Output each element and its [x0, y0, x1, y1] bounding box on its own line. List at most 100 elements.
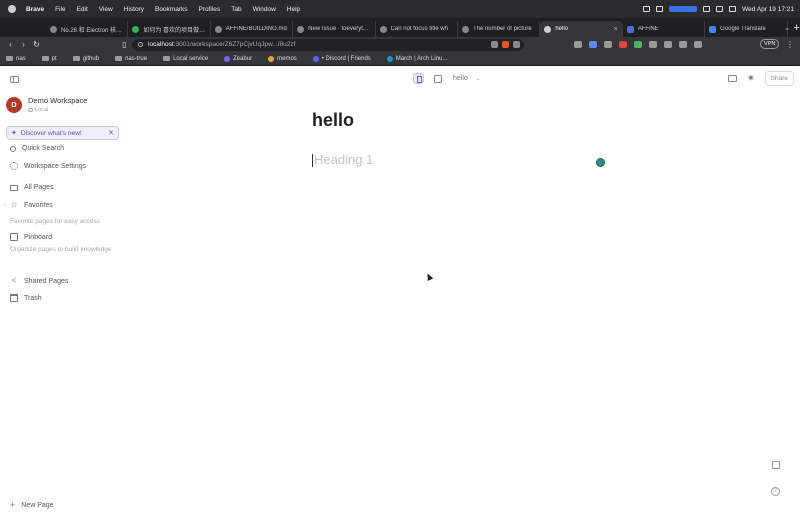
sidebar-panel-icon[interactable] [679, 41, 687, 48]
browser-tab[interactable]: Google Translate [705, 21, 788, 37]
chevron-right-icon[interactable]: › [4, 203, 6, 209]
address-bar-actions [491, 41, 520, 48]
status-icon[interactable] [643, 6, 651, 12]
folder-icon [10, 184, 18, 191]
menu-edit[interactable]: Edit [77, 6, 88, 13]
bookmark-folder[interactable]: Local service [163, 56, 208, 62]
status-icon[interactable] [703, 6, 711, 12]
affine-logo-icon [626, 25, 634, 33]
menu-window[interactable]: Window [253, 6, 276, 13]
menubar-datetime[interactable]: Wed Apr 19 17:21 [742, 6, 794, 13]
bookmark-icon[interactable]: ▯ [118, 40, 131, 49]
bookmark-link[interactable]: memos [268, 55, 297, 62]
browser-tab[interactable]: The number of picture [458, 21, 541, 37]
shared-pages-button[interactable]: < Shared Pages [10, 276, 69, 285]
brave-rewards-icon[interactable] [513, 41, 520, 48]
extension-icon[interactable] [604, 41, 612, 48]
quick-search-button[interactable]: Quick Search [10, 145, 64, 152]
bookmark-folder[interactable]: github [72, 56, 99, 62]
bookmark-link[interactable]: Zeabur [224, 55, 252, 62]
menu-file[interactable]: File [55, 6, 65, 13]
browser-tab[interactable]: Can not focus title wh [376, 21, 458, 37]
status-bar-widget[interactable] [669, 6, 698, 12]
tab-title: AFFiNE [637, 26, 659, 32]
sun-icon[interactable]: ✷ [747, 73, 755, 84]
close-tab-icon[interactable]: × [614, 26, 618, 33]
menu-view[interactable]: View [99, 6, 113, 13]
puzzle-extensions-icon[interactable] [664, 41, 672, 48]
browser-tab[interactable]: AFFiNE [623, 21, 706, 37]
pinboard-button[interactable]: Pinboard [10, 233, 52, 241]
forward-button[interactable]: › [17, 40, 30, 49]
folder-icon [163, 56, 171, 61]
extension-icon[interactable] [589, 41, 597, 48]
workspace-settings-button[interactable]: Workspace Settings [10, 162, 86, 170]
favorites-button[interactable]: ☆ Favorites [10, 201, 52, 209]
heading-placeholder[interactable]: Heading 1 [314, 152, 373, 167]
tab-list-chevron-icon[interactable]: ⌄ [784, 24, 790, 32]
menu-help[interactable]: Help [287, 6, 300, 13]
bookmark-folder[interactable]: nas-true [115, 56, 147, 62]
apple-menu-icon[interactable] [8, 5, 16, 13]
new-page-button[interactable]: + New Page [10, 500, 54, 510]
menu-history[interactable]: History [124, 6, 144, 13]
browser-tab-active[interactable]: hello × [540, 21, 623, 37]
wallet-icon[interactable] [694, 41, 702, 48]
pin-icon [10, 233, 18, 241]
bookmark-folder[interactable]: nas [6, 56, 26, 62]
bookmark-label: pt [51, 55, 57, 62]
document-title[interactable]: hello [312, 110, 354, 131]
sidebar-right-icon[interactable] [728, 75, 738, 82]
header-doc-title[interactable]: hello [453, 75, 468, 82]
grammar-extension-icon[interactable] [596, 158, 605, 167]
all-pages-button[interactable]: All Pages [10, 184, 54, 191]
share-page-icon[interactable] [491, 41, 498, 48]
extension-icon[interactable] [634, 41, 642, 48]
menu-profiles[interactable]: Profiles [199, 6, 221, 13]
extension-icon[interactable] [619, 41, 627, 48]
bookmark-label: • Discord | Friends [321, 55, 371, 62]
bookmark-link[interactable]: • Discord | Friends [312, 55, 371, 62]
menu-tab[interactable]: Tab [231, 6, 241, 13]
status-icon[interactable] [656, 6, 664, 12]
browser-tab[interactable]: 如何为 喜欢的项目做贡献 [128, 21, 211, 37]
discover-banner[interactable]: ✦ Discover what's new! ✕ [6, 126, 119, 140]
github-icon [297, 25, 305, 33]
back-button[interactable]: ‹ [4, 40, 17, 49]
address-bar[interactable]: localhost:3001/workspace/Z6Z7pCjvUqJpw..… [132, 38, 524, 51]
bookmark-link[interactable]: March | Arch Linu... [386, 55, 447, 62]
site-info-icon[interactable] [138, 42, 143, 47]
sidebar-toggle-icon[interactable] [10, 76, 19, 83]
vpn-button[interactable]: VPN [760, 39, 780, 49]
menu-app-name[interactable]: Brave [26, 6, 44, 13]
edgeless-mode-icon[interactable] [432, 73, 443, 84]
trash-button[interactable]: Trash [10, 294, 42, 302]
extension-icon[interactable] [574, 41, 582, 48]
share-icon: < [11, 276, 17, 285]
globe-icon [544, 25, 552, 33]
wifi-icon[interactable] [716, 6, 724, 12]
page-mode-icon[interactable] [413, 73, 424, 84]
browser-menu-icon[interactable]: ⋮ [786, 40, 794, 49]
bookmark-folder[interactable]: pt [41, 55, 57, 62]
new-tab-button[interactable]: + [794, 22, 800, 34]
share-button[interactable]: Share [764, 71, 794, 86]
control-center-icon[interactable] [729, 6, 737, 12]
quick-search-label: Quick Search [22, 145, 65, 152]
workspace-selector[interactable]: D Demo Workspace Local [6, 96, 87, 113]
menu-bookmarks[interactable]: Bookmarks [155, 6, 188, 13]
close-icon[interactable]: ✕ [108, 129, 114, 137]
page-header: hello ⌄ [413, 73, 481, 84]
affine-app: D Demo Workspace Local ✦ Discover what's… [0, 67, 800, 516]
help-icon[interactable]: ? [771, 487, 780, 496]
browser-tab[interactable]: No.26 和 Electron 核心... [46, 21, 129, 37]
bookmark-label: nas [16, 55, 26, 62]
reload-button[interactable]: ↻ [30, 40, 43, 49]
browser-tab[interactable]: New Issue · toeverything [293, 21, 376, 37]
tab-title: No.26 和 Electron 核心... [61, 27, 124, 34]
brave-shields-icon[interactable] [502, 41, 509, 48]
chevron-down-icon[interactable]: ⌄ [476, 75, 481, 82]
extension-icon[interactable] [649, 41, 657, 48]
browser-tab[interactable]: AFFiNE/BUILDING.md [211, 21, 294, 37]
grid-icon[interactable] [772, 461, 780, 469]
